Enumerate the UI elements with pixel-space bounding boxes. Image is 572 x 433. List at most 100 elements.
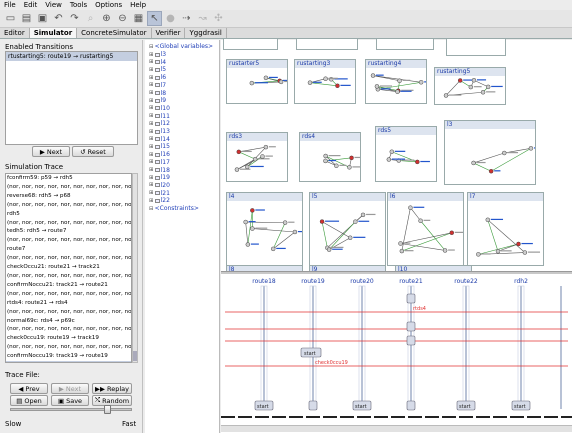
trace-scrollbar[interactable] xyxy=(132,173,138,363)
tree-item-l22[interactable]: ⊞ l22 xyxy=(149,197,170,204)
tree-item-l13[interactable]: ⊞ l13 xyxy=(149,128,170,135)
save-button[interactable]: ▣ Save xyxy=(51,395,89,406)
zoom-in-icon[interactable]: ⊕ xyxy=(99,11,114,26)
trace-line[interactable]: confirmNoccu21: track21 → route21 xyxy=(6,281,131,290)
menu-view[interactable]: View xyxy=(41,0,66,10)
trace-line[interactable]: (nor, nor, nor, nor, nor, nor, nor, nor,… xyxy=(6,325,131,334)
expand-icon[interactable]: ⊞ xyxy=(149,82,154,88)
tree-item-l21[interactable]: ⊞ l21 xyxy=(149,190,170,197)
menu-options[interactable]: Options xyxy=(91,0,126,10)
expand-icon[interactable]: ⊞ xyxy=(149,152,154,158)
new-file-icon[interactable]: ▭ xyxy=(3,11,18,26)
tree-item-l7[interactable]: ⊞ l7 xyxy=(149,82,166,89)
tree-item-l17[interactable]: ⊞ l17 xyxy=(149,159,170,166)
state-box[interactable] xyxy=(406,335,416,346)
trace-line[interactable]: (nor, nor, nor, nor, nor, nor, nor, nor,… xyxy=(6,236,131,245)
template-cell-rustarting3[interactable]: rustarting3 xyxy=(294,59,356,104)
expand-icon[interactable]: ⊞ xyxy=(149,59,154,65)
template-cell-rds4[interactable]: rds4 xyxy=(299,132,361,182)
trace-line[interactable]: check0ccu19: route19 → track19 xyxy=(6,334,131,343)
state-box[interactable] xyxy=(406,400,416,411)
menu-edit[interactable]: Edit xyxy=(20,0,42,10)
redo-icon[interactable]: ↷ xyxy=(67,11,82,26)
sequence-scrollbar[interactable] xyxy=(221,425,572,432)
simulation-trace-list[interactable]: fconfirm59: p59 → rdh5 (nor, nor, nor, no… xyxy=(5,173,132,363)
collapse-icon[interactable]: ⊟ xyxy=(149,44,154,50)
template-cell-l7[interactable]: l7 xyxy=(467,192,544,266)
trace-line[interactable]: (nor, nor, nor, nor, nor, nor, nor, nor,… xyxy=(6,290,131,299)
expand-icon[interactable]: ⊞ xyxy=(149,90,154,96)
tree-item-l10[interactable]: ⊞ l10 xyxy=(149,105,170,112)
open-button[interactable]: ▤ Open xyxy=(10,395,48,406)
trace-line[interactable]: checkOccu21: route21 → track21 xyxy=(6,263,131,272)
select-tool-icon[interactable]: ↖ xyxy=(147,11,162,26)
expand-icon[interactable]: ⊞ xyxy=(149,67,154,73)
zoom-out-icon[interactable]: ⊖ xyxy=(115,11,130,26)
tree-global-variables[interactable]: ⊟ <Global variables> xyxy=(149,43,213,50)
expand-icon[interactable]: ⊞ xyxy=(149,121,154,127)
tree-item-l3[interactable]: ⊞ l3 xyxy=(149,51,166,58)
trace-line[interactable]: (nor, nor, nor, nor, nor, nor, nor, nor,… xyxy=(6,201,131,210)
edge-tool-icon[interactable]: ↝ xyxy=(195,11,210,26)
expand-icon[interactable]: ⊞ xyxy=(149,159,154,165)
template-cell-rds3[interactable]: rds3 xyxy=(226,132,288,182)
trace-line[interactable]: confirmNoccu19: track19 → route19 xyxy=(6,352,131,361)
template-cell-l4[interactable]: l4 xyxy=(226,192,303,266)
trace-line[interactable]: (nor, nor, nor, nor, nor, nor, nor, nor,… xyxy=(6,308,131,317)
tab-verifier[interactable]: Verifier xyxy=(151,28,186,38)
expand-icon[interactable]: ⊞ xyxy=(149,167,154,173)
expand-icon[interactable]: ⊞ xyxy=(149,52,154,58)
template-cell-partial[interactable] xyxy=(376,38,434,50)
location-tool-icon[interactable]: ● xyxy=(163,11,178,26)
collapse-icon[interactable]: ⊟ xyxy=(149,206,154,212)
branch-tool-icon[interactable]: ⇢ xyxy=(179,11,194,26)
template-cell-partial[interactable] xyxy=(446,38,506,56)
grid-icon[interactable]: ▦ xyxy=(131,11,146,26)
expand-icon[interactable]: ⊞ xyxy=(149,129,154,135)
tab-yggdrasil[interactable]: Yggdrasil xyxy=(185,28,227,38)
tree-item-l9[interactable]: ⊞ l9 xyxy=(149,97,166,104)
tree-item-l15[interactable]: ⊞ l15 xyxy=(149,143,170,150)
trace-line[interactable]: tedh5: rdh5 → route7 xyxy=(6,227,131,236)
zoom-icon[interactable]: ⌕ xyxy=(83,11,98,26)
trace-line[interactable]: (nor, nor, nor, nor, nor, nor, nor, nor,… xyxy=(6,183,131,192)
state-box[interactable] xyxy=(308,400,318,411)
state-box[interactable] xyxy=(406,293,416,304)
trace-line[interactable]: rtds4: route21 → rds4 xyxy=(6,299,131,308)
speed-slider-track[interactable] xyxy=(10,408,132,411)
trace-line[interactable]: (nor, nor, nor, nor, nor, nor, nor, nor,… xyxy=(6,361,131,362)
template-cell-rustarting4[interactable]: rustarting4 xyxy=(365,59,427,104)
template-cell-rds5[interactable]: rds5 xyxy=(375,126,437,182)
tab-simulator[interactable]: Simulator xyxy=(29,28,78,38)
expand-icon[interactable]: ⊞ xyxy=(149,105,154,111)
expand-icon[interactable]: ⊞ xyxy=(149,98,154,104)
template-cell-partial[interactable] xyxy=(296,38,358,50)
trace-line[interactable]: normal69c: rds4 → p69c xyxy=(6,317,131,326)
tab-concrete-simulator[interactable]: ConcreteSimulator xyxy=(77,28,152,38)
tree-item-l19[interactable]: ⊞ l19 xyxy=(149,174,170,181)
open-folder-icon[interactable]: ▤ xyxy=(19,11,34,26)
trace-line[interactable]: (nor, nor, nor, nor, nor, nor, nor, nor,… xyxy=(6,272,131,281)
tree-item-l11[interactable]: ⊞ l11 xyxy=(149,113,170,120)
expand-icon[interactable]: ⊞ xyxy=(149,175,154,181)
menu-file[interactable]: File xyxy=(0,0,20,10)
tree-item-l14[interactable]: ⊞ l14 xyxy=(149,136,170,143)
template-cell-l6[interactable]: l6 xyxy=(387,192,464,266)
tree-item-l6[interactable]: ⊞ l6 xyxy=(149,74,166,81)
tab-editor[interactable]: Editor xyxy=(0,28,30,38)
template-cell-l3[interactable]: l3 xyxy=(444,120,536,185)
trace-scroll-thumb[interactable] xyxy=(133,351,137,361)
expand-icon[interactable]: ⊞ xyxy=(149,144,154,150)
trace-line[interactable]: (nor, nor, nor, nor, nor, nor, nor, nor,… xyxy=(6,219,131,228)
menu-help[interactable]: Help xyxy=(126,0,150,10)
nail-tool-icon[interactable]: ✣ xyxy=(211,11,226,26)
tree-item-l16[interactable]: ⊞ l16 xyxy=(149,151,170,158)
trace-line[interactable]: route7 xyxy=(6,245,131,254)
template-cell-rustarter5[interactable]: rustarter5 xyxy=(226,59,288,104)
tree-item-l8[interactable]: ⊞ l8 xyxy=(149,90,166,97)
expand-icon[interactable]: ⊞ xyxy=(149,75,154,81)
state-box[interactable] xyxy=(406,321,416,332)
next-button[interactable]: ▶ Next xyxy=(32,146,70,157)
random-button[interactable]: ⤭ Random xyxy=(92,395,132,406)
tree-item-l18[interactable]: ⊞ l18 xyxy=(149,167,170,174)
